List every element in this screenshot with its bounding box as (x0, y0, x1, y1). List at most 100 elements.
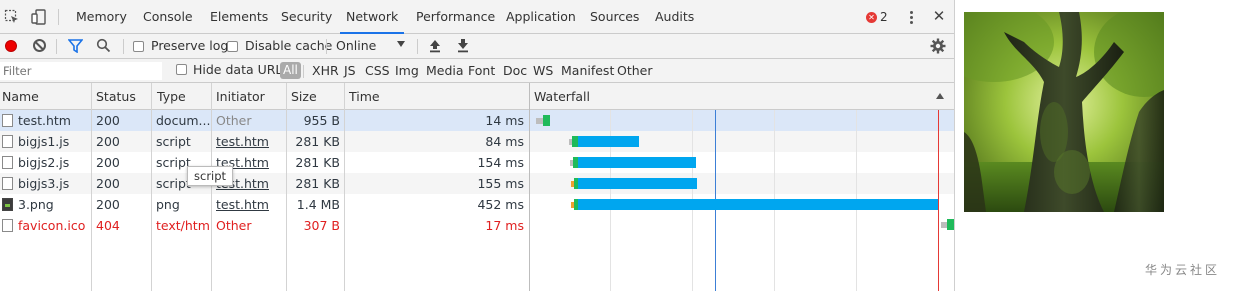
tab-bar-divider (58, 9, 59, 25)
throttling-select[interactable]: Online (336, 38, 376, 53)
chevron-down-icon[interactable] (397, 41, 405, 47)
type-filter-doc[interactable]: Doc (503, 62, 527, 80)
type-filter-img[interactable]: Img (395, 62, 419, 80)
tab-security[interactable]: Security (281, 0, 332, 34)
request-initiator-link[interactable]: test.htm (216, 194, 269, 215)
sort-ascending-icon[interactable] (936, 93, 944, 99)
document-file-icon (2, 219, 13, 232)
tab-network[interactable]: Network (340, 0, 405, 34)
column-header-type[interactable]: Type (155, 83, 186, 110)
tab-sources[interactable]: Sources (590, 0, 639, 34)
table-row[interactable]: bigjs1.js 200 script test.htm 281 KB 84 … (0, 131, 954, 152)
column-header-time[interactable]: Time (347, 83, 380, 110)
tab-application[interactable]: Application (506, 0, 576, 34)
request-name: bigjs1.js (18, 134, 70, 149)
preserve-log-label[interactable]: Preserve log (151, 38, 228, 53)
column-header-status[interactable]: Status (94, 83, 136, 110)
type-filter-css[interactable]: CSS (365, 62, 390, 80)
load-event-line (938, 110, 939, 291)
request-size: 281 KB (295, 155, 340, 170)
column-header-size[interactable]: Size (289, 83, 317, 110)
toolbar-divider (56, 39, 57, 54)
request-name: bigjs3.js (18, 176, 70, 191)
disable-cache-label[interactable]: Disable cache (245, 38, 332, 53)
tab-performance[interactable]: Performance (416, 0, 495, 34)
search-icon[interactable] (96, 38, 111, 53)
devtools-panel: Memory Console Elements Security Network… (0, 0, 955, 291)
type-filter-manifest[interactable]: Manifest (561, 62, 614, 80)
request-status: 200 (96, 197, 120, 212)
request-initiator: Other (216, 113, 252, 128)
toolbar-divider (326, 39, 327, 54)
table-row[interactable]: favicon.ico 404 text/html Other 307 B 17… (0, 215, 954, 236)
record-button[interactable] (5, 40, 17, 52)
request-type: text/html (156, 218, 212, 233)
request-type: png (156, 197, 180, 212)
column-divider[interactable] (344, 83, 345, 291)
hide-data-urls-label[interactable]: Hide data URLs (193, 62, 289, 77)
request-initiator: Other (216, 218, 252, 233)
script-file-icon (2, 177, 13, 190)
request-size: 281 KB (295, 176, 340, 191)
column-divider[interactable] (529, 83, 530, 291)
column-header-waterfall[interactable]: Waterfall (532, 83, 590, 110)
request-type: script (156, 134, 191, 149)
type-filter-media[interactable]: Media (426, 62, 464, 80)
request-name: 3.png (18, 197, 54, 212)
type-filter-ws[interactable]: WS (533, 62, 553, 80)
script-file-icon (2, 156, 13, 169)
request-status: 200 (96, 176, 120, 191)
more-options-icon[interactable] (904, 9, 918, 25)
type-filter-other[interactable]: Other (617, 62, 653, 80)
tab-audits[interactable]: Audits (655, 0, 694, 34)
devtools-tab-bar: Memory Console Elements Security Network… (0, 0, 954, 34)
toolbar-divider (123, 39, 124, 54)
export-har-icon[interactable] (456, 38, 470, 53)
request-status: 200 (96, 113, 120, 128)
type-filter-font[interactable]: Font (468, 62, 495, 80)
column-divider[interactable] (151, 83, 152, 291)
error-icon: ✕ (866, 11, 877, 23)
hide-data-urls-checkbox[interactable] (176, 64, 187, 75)
request-initiator-link[interactable]: test.htm (216, 131, 269, 152)
document-file-icon (2, 114, 13, 127)
request-size: 955 B (303, 113, 340, 128)
disable-cache-checkbox[interactable] (227, 41, 238, 52)
column-divider[interactable] (211, 83, 212, 291)
column-header-name[interactable]: Name (0, 83, 39, 110)
tab-console[interactable]: Console (143, 0, 193, 34)
filter-funnel-icon[interactable] (68, 39, 83, 53)
request-name: bigjs2.js (18, 155, 70, 170)
tree-photo-image (964, 12, 1164, 212)
watermark-text: 华为云社区 (1145, 263, 1221, 277)
image-file-icon (2, 198, 13, 211)
tab-memory[interactable]: Memory (76, 0, 127, 34)
type-filter-xhr[interactable]: XHR (312, 62, 339, 80)
inspect-element-icon[interactable] (4, 9, 20, 25)
preserve-log-checkbox[interactable] (133, 41, 144, 52)
table-row[interactable]: test.htm 200 docum... Other 955 B 14 ms (0, 110, 954, 131)
requests-table-header: Name Status Type Initiator Size Time Wat… (0, 83, 954, 110)
table-row[interactable]: bigjs2.js 200 script test.htm 281 KB 154… (0, 152, 954, 173)
filter-input[interactable] (0, 62, 162, 80)
import-har-icon[interactable] (428, 38, 442, 53)
device-toolbar-icon[interactable] (31, 9, 47, 25)
column-divider[interactable] (286, 83, 287, 291)
tab-elements[interactable]: Elements (210, 0, 268, 34)
type-filter-all[interactable]: All (280, 62, 301, 79)
request-name: favicon.ico (18, 218, 86, 233)
request-time: 17 ms (485, 218, 524, 233)
request-status: 200 (96, 134, 120, 149)
close-icon[interactable]: ✕ (931, 8, 947, 24)
error-count-badge[interactable]: ✕ 2 (866, 10, 888, 24)
request-status: 404 (96, 218, 120, 233)
clear-button[interactable] (33, 39, 46, 52)
request-time: 14 ms (485, 113, 524, 128)
request-size: 307 B (303, 218, 340, 233)
request-name: test.htm (18, 113, 71, 128)
table-row[interactable]: bigjs3.js 200 script test.htm 281 KB 155… (0, 173, 954, 194)
column-header-initiator[interactable]: Initiator (214, 83, 265, 110)
settings-gear-icon[interactable] (930, 38, 946, 54)
column-divider[interactable] (91, 83, 92, 291)
type-filter-js[interactable]: JS (344, 62, 356, 80)
